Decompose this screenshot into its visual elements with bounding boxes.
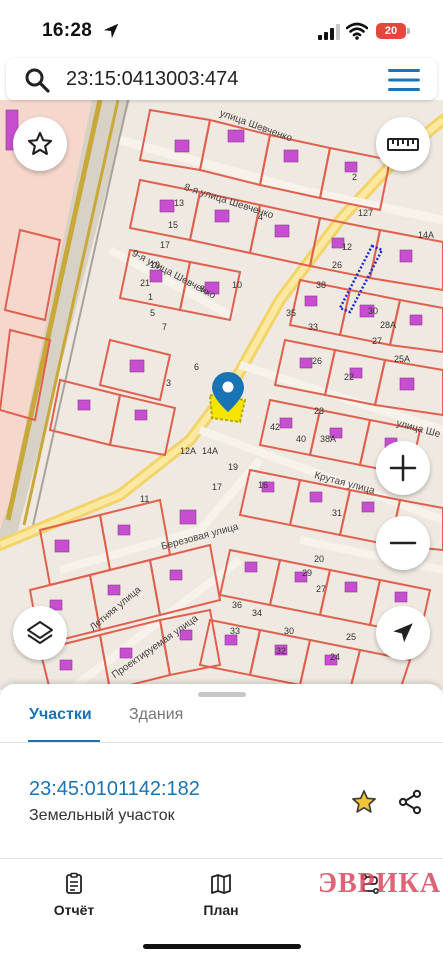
parcel-number: 40 (296, 434, 307, 444)
parcel-number: 12 (342, 242, 353, 252)
parcel-number: 26 (312, 356, 323, 366)
nav-plan-label: План (203, 902, 239, 918)
parcel-number: 23 (314, 406, 325, 416)
search-input[interactable]: 23:15:0413003:474 (66, 68, 238, 91)
star-icon[interactable] (350, 788, 378, 816)
parcel-number: 33 (230, 626, 241, 636)
watermark-logo: ЭВРИКА (318, 868, 442, 899)
layers-icon (27, 621, 53, 644)
parcel-number: 27 (372, 336, 383, 346)
parcel-number: 29 (302, 568, 313, 578)
parcel-number: 17 (212, 482, 223, 492)
parcel-number: 8 (200, 284, 206, 294)
parcel-number: 25 (346, 632, 357, 642)
parcel-number: 20 (314, 554, 325, 564)
parcel-number: 11 (140, 494, 150, 504)
favorites-button[interactable] (13, 117, 67, 171)
status-bar: 16:28 20 (0, 0, 443, 56)
parcel-number: 31 (332, 508, 343, 518)
parcel-number: 16 (258, 480, 269, 490)
list-divider (0, 858, 443, 859)
parcel-number: 32 (276, 646, 287, 656)
battery-tip (407, 28, 410, 34)
minus-icon (389, 541, 417, 545)
plus-icon (389, 454, 417, 482)
parcel-number: 34 (252, 608, 263, 618)
map-plan-icon (211, 874, 231, 894)
parcel-number: 30 (368, 306, 379, 316)
parcel-number: 38 (316, 280, 327, 290)
status-time: 16:28 (42, 20, 93, 41)
parcel-number: 25А (394, 354, 411, 364)
parcel-number: 22 (344, 372, 355, 382)
ruler-icon (387, 138, 419, 151)
wifi-icon (346, 22, 368, 40)
parcel-number: 13 (174, 198, 185, 208)
zoom-out-button[interactable] (376, 516, 430, 570)
parcel-number: 12А (180, 446, 197, 456)
cadastral-map[interactable]: 8-я улица Шевченко 9-я улица Шевченко ул… (0, 100, 443, 690)
nav-report[interactable]: Отчёт (29, 872, 119, 920)
parcel-number: 127 (358, 208, 374, 218)
search-bar[interactable]: 23:15:0413003:474 (6, 58, 437, 100)
parcel-type: Земельный участок (29, 807, 175, 824)
hamburger-menu-icon[interactable] (388, 69, 420, 91)
parcel-number: 15 (168, 220, 179, 230)
parcel-number: 33 (308, 322, 319, 332)
parcel-number: 35 (286, 308, 297, 318)
parcel-number: 10 (232, 280, 243, 290)
share-icon[interactable] (396, 788, 424, 816)
nav-plan[interactable]: План (176, 872, 266, 920)
cellular-signal-icon (318, 24, 340, 40)
report-icon (66, 872, 82, 894)
parcel-number: 7 (162, 322, 168, 332)
parcel-number: 2 (352, 172, 358, 182)
location-arrow-icon (103, 23, 119, 39)
my-location-button[interactable] (376, 606, 430, 660)
parcel-number: 38А (320, 434, 337, 444)
parcel-id-link[interactable]: 23:45:0101142:182 (29, 778, 200, 801)
parcel-number: 5 (150, 308, 156, 318)
map-canvas[interactable] (0, 100, 443, 690)
star-outline-icon (27, 131, 53, 155)
parcel-number: 27 (316, 584, 327, 594)
parcel-number: 3 (166, 378, 172, 388)
parcel-number: 6 (194, 362, 200, 372)
zoom-in-button[interactable] (376, 441, 430, 495)
sheet-drag-handle[interactable] (198, 692, 246, 697)
parcel-number: 1 (148, 292, 154, 302)
parcel-number: 36 (232, 600, 243, 610)
battery-indicator: 20 (376, 23, 406, 39)
tab-buildings[interactable]: Здания (129, 706, 183, 724)
navigation-arrow-icon (393, 623, 413, 643)
parcel-number: 26 (332, 260, 343, 270)
parcel-number: 19 (228, 462, 239, 472)
parcel-number: 17 (160, 240, 171, 250)
tabs-divider (0, 742, 443, 743)
parcel-number: 28А (380, 320, 397, 330)
layers-button[interactable] (13, 606, 67, 660)
parcel-number: 4 (258, 212, 264, 222)
parcel-number: 14А (418, 230, 435, 240)
parcel-number: 21 (140, 278, 151, 288)
parcel-number: 19 (150, 260, 161, 270)
home-indicator (143, 944, 301, 949)
parcel-number: 30 (284, 626, 295, 636)
parcel-number: 14А (202, 446, 219, 456)
bottom-sheet[interactable]: Участки Здания 23:45:0101142:182 Земельн… (0, 684, 443, 960)
parcel-number: 24 (330, 652, 341, 662)
parcel-number: 42 (270, 422, 281, 432)
search-icon[interactable] (24, 67, 50, 93)
tab-parcels[interactable]: Участки (29, 706, 92, 724)
nav-report-label: Отчёт (53, 902, 95, 918)
ruler-button[interactable] (376, 117, 430, 171)
